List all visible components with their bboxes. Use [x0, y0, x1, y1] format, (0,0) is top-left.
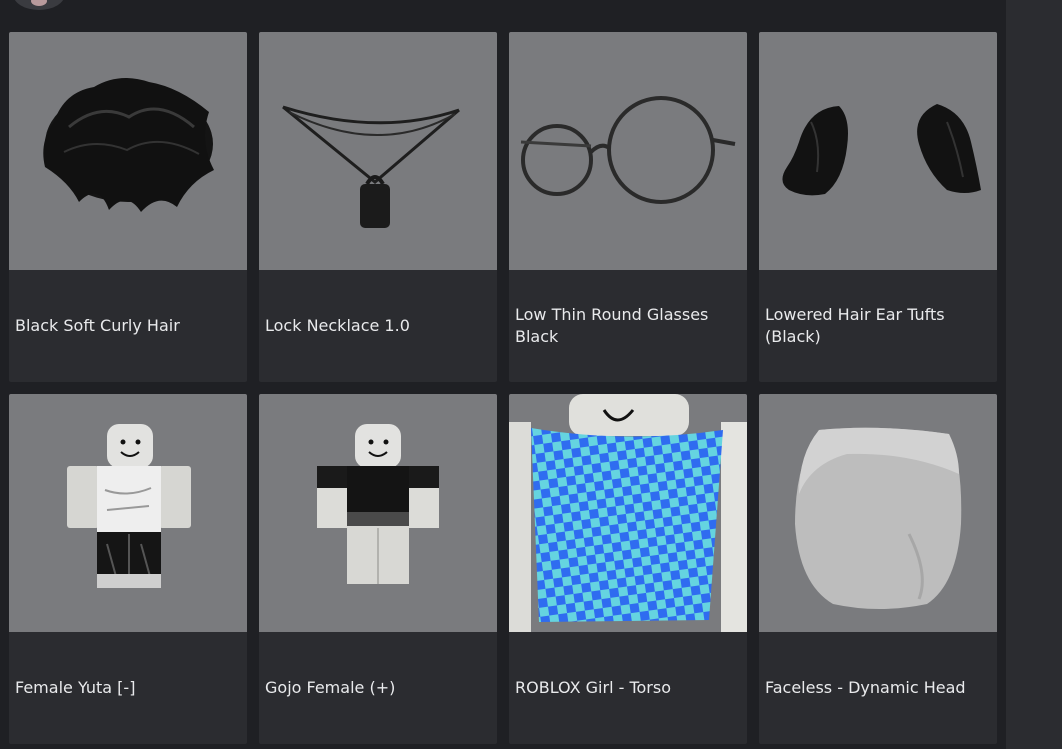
glasses-icon — [520, 96, 736, 204]
item-card[interactable]: ROBLOX Girl - Torso — [509, 394, 747, 744]
item-thumbnail — [9, 394, 247, 632]
head-icon — [795, 427, 962, 609]
item-thumbnail — [509, 394, 747, 632]
item-card[interactable]: Lowered Hair Ear Tufts (Black) — [759, 32, 997, 382]
item-card[interactable]: Low Thin Round Glasses Black — [509, 32, 747, 382]
item-name[interactable]: Black Soft Curly Hair — [15, 270, 239, 382]
item-thumbnail — [759, 394, 997, 632]
item-name[interactable]: Lowered Hair Ear Tufts (Black) — [765, 270, 989, 382]
user-avatar[interactable] — [13, 0, 65, 10]
item-card[interactable]: Lock Necklace 1.0 — [259, 32, 497, 382]
item-thumbnail — [9, 32, 247, 270]
item-name[interactable]: Female Yuta [-] — [15, 632, 239, 744]
item-name[interactable]: Faceless - Dynamic Head — [765, 632, 989, 744]
item-name[interactable]: ROBLOX Girl - Torso — [515, 632, 739, 744]
hair-icon — [43, 78, 215, 212]
necklace-icon — [282, 105, 460, 228]
item-name[interactable]: Low Thin Round Glasses Black — [515, 270, 739, 382]
item-card[interactable]: Gojo Female (+) — [259, 394, 497, 744]
hair-tufts-icon — [782, 104, 981, 196]
item-card[interactable]: Female Yuta [-] — [9, 394, 247, 744]
item-card[interactable]: Faceless - Dynamic Head — [759, 394, 997, 744]
item-thumbnail — [259, 32, 497, 270]
side-panel — [1006, 0, 1062, 749]
item-thumbnail — [509, 32, 747, 270]
avatar-outfit-icon — [67, 424, 191, 588]
item-thumbnail — [259, 394, 497, 632]
torso-icon — [509, 394, 747, 632]
item-card[interactable]: Black Soft Curly Hair — [9, 32, 247, 382]
item-name[interactable]: Lock Necklace 1.0 — [265, 270, 489, 382]
avatar-outfit-icon — [317, 424, 439, 584]
item-name[interactable]: Gojo Female (+) — [265, 632, 489, 744]
item-thumbnail — [759, 32, 997, 270]
